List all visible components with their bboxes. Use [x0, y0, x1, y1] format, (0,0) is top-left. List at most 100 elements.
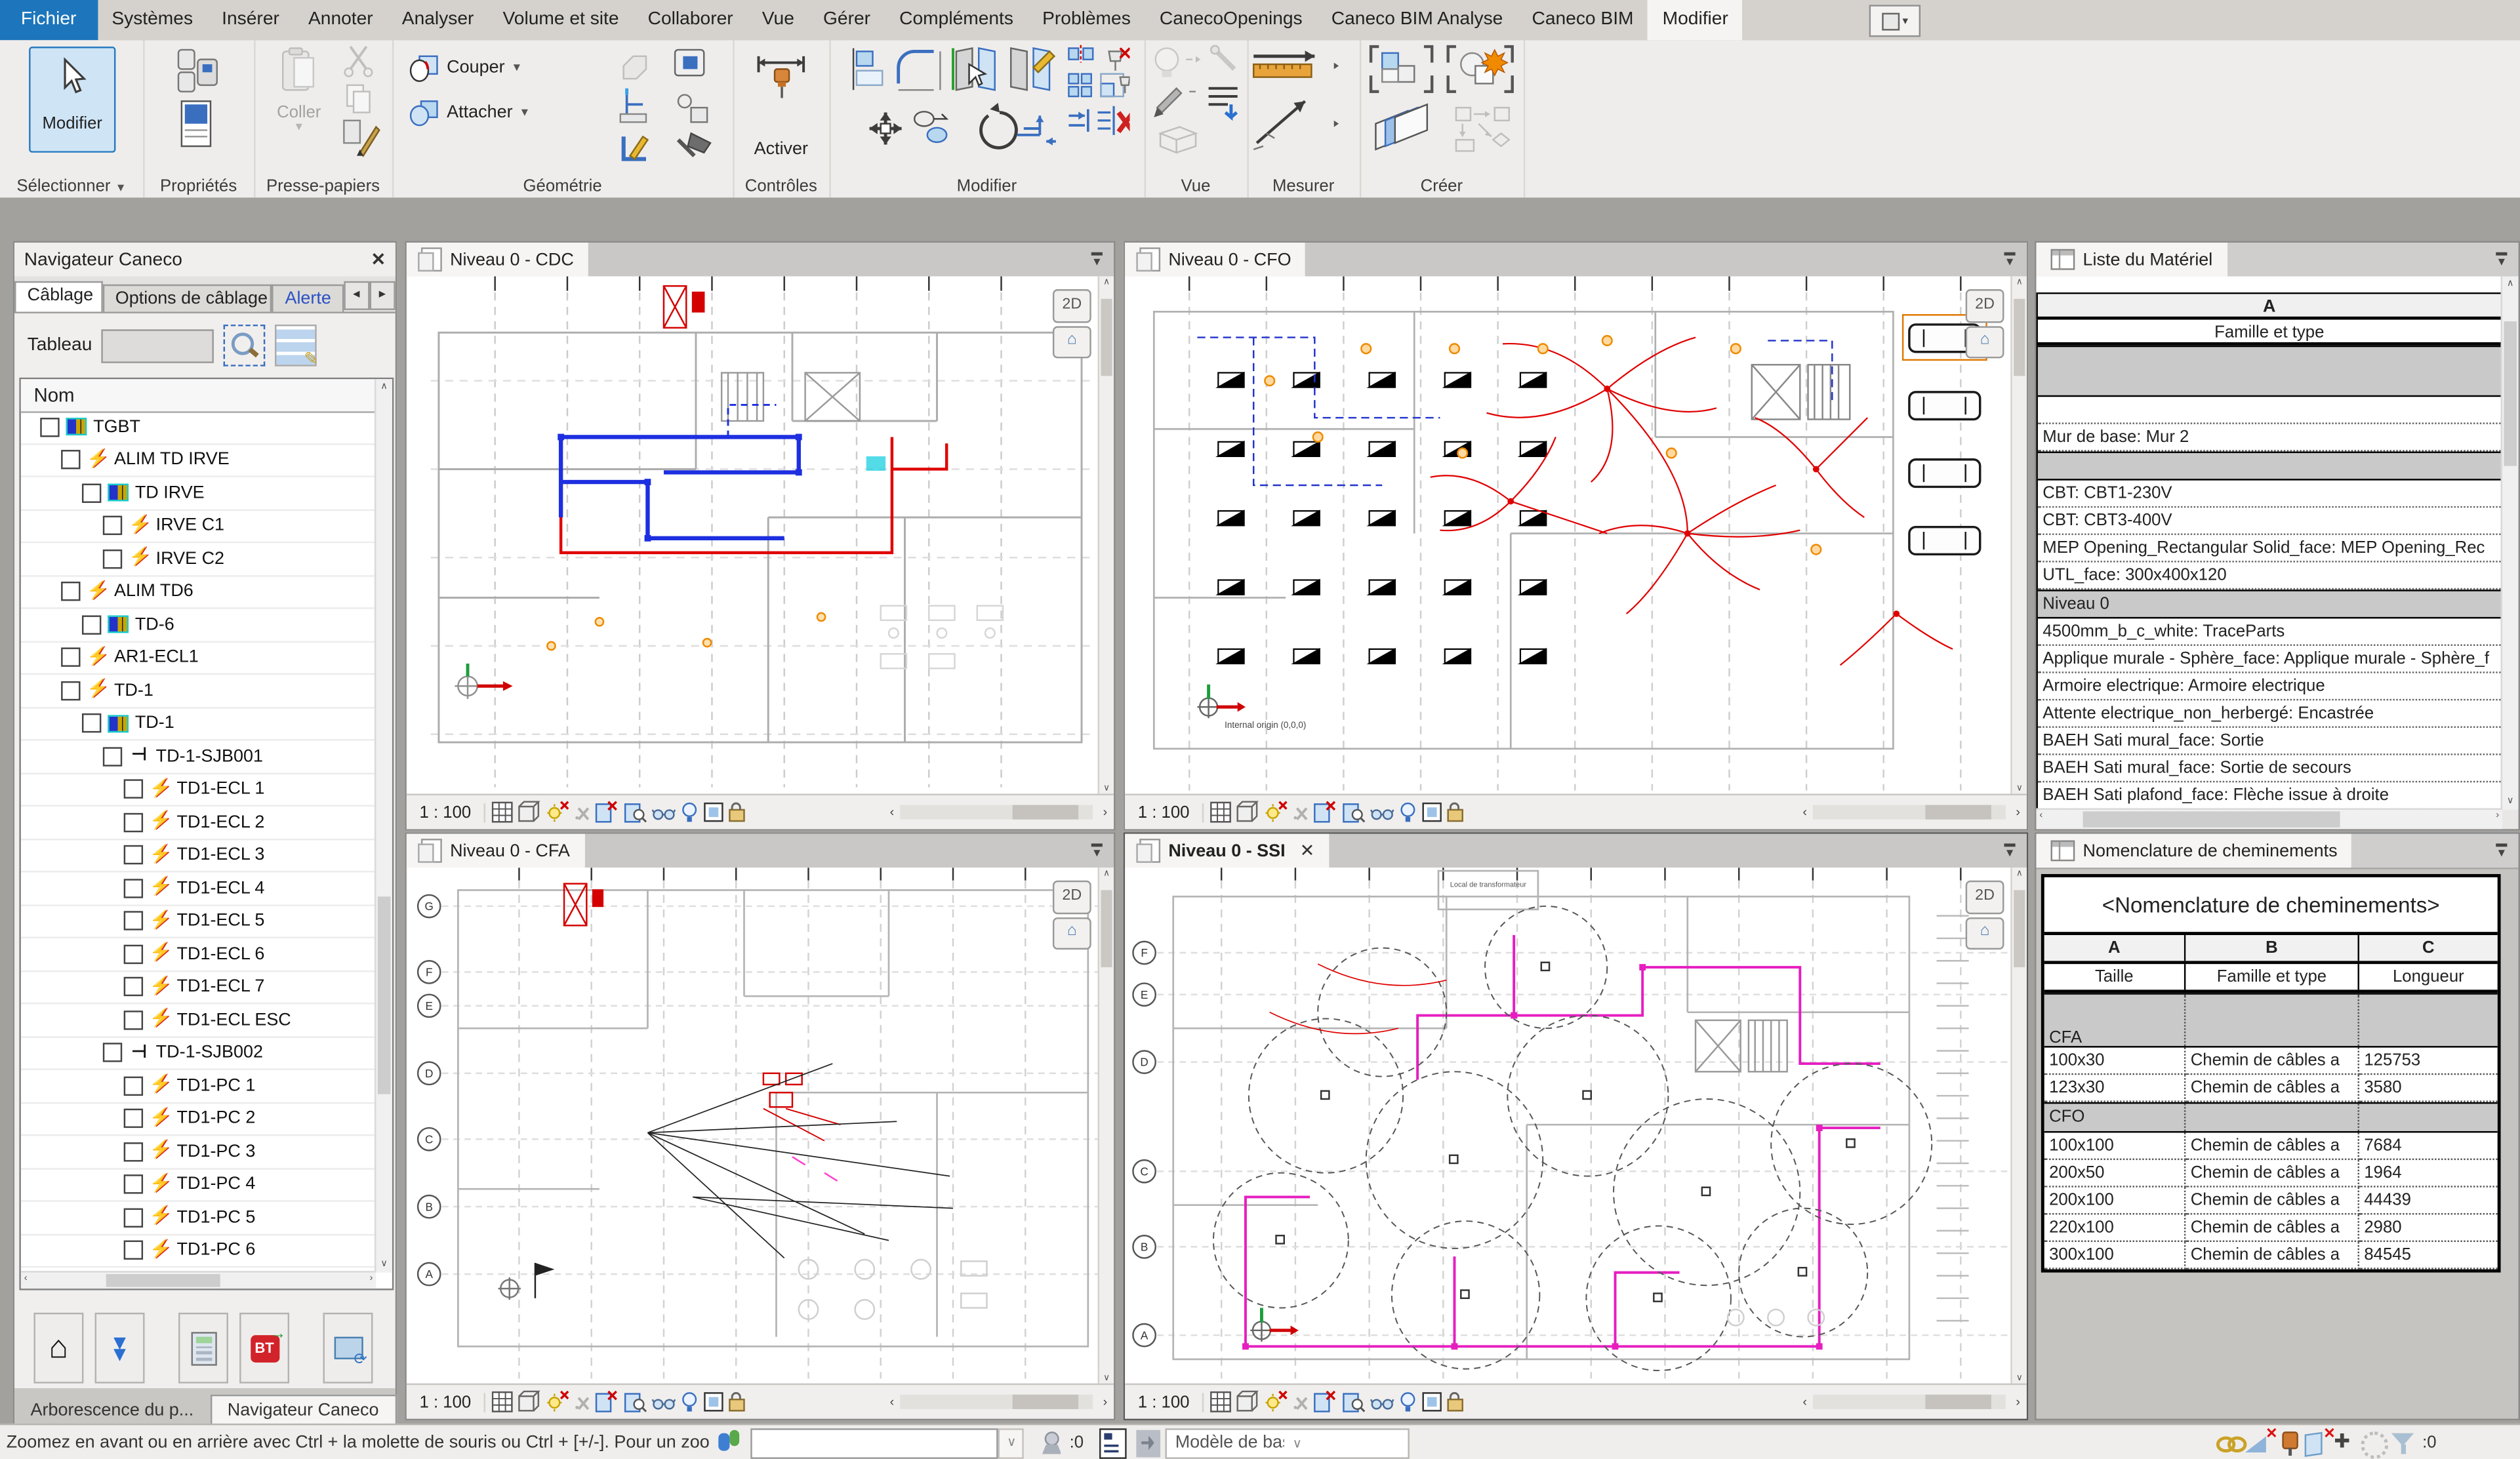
dropdown-chevron-icon[interactable]: ∨ [999, 1428, 1025, 1458]
cdc-plan-canvas[interactable]: 2D ⌂ [407, 276, 1114, 795]
menu-item-g-rer[interactable]: Gérer [809, 0, 885, 40]
tab-cablage[interactable]: Câblage [14, 281, 102, 312]
tab-options-cablage[interactable]: Options de câblage [102, 285, 272, 312]
material-blank-row[interactable] [2038, 397, 2501, 424]
material-horizontal-scrollbar[interactable]: ‹ › [2036, 808, 2502, 829]
shadows-icon[interactable] [1294, 808, 1307, 819]
header-famille[interactable]: Famille et type [2185, 964, 2359, 989]
cut-to-clipboard-icon[interactable] [345, 47, 373, 76]
material-list-tab[interactable]: Liste du Matériel [2036, 243, 2227, 276]
material-row[interactable]: Applique murale - Sphère_face: Applique … [2038, 646, 2501, 673]
header-longueur[interactable]: Longueur [2359, 964, 2498, 989]
material-section-row[interactable] [2038, 452, 2501, 481]
scroll-left-icon[interactable]: ‹ [884, 1395, 901, 1409]
shortcut-keys-icon[interactable] [716, 1430, 745, 1456]
menu-item-caneco-bim-analyse[interactable]: Caneco BIM Analyse [1317, 0, 1518, 40]
checkbox[interactable] [61, 450, 80, 470]
create-parts-icon[interactable] [1375, 104, 1427, 150]
tree-item-td-1[interactable]: ⚡TD-1 [21, 675, 376, 708]
tree-item-td1-ecl-esc[interactable]: ⚡TD1-ECL ESC [21, 1004, 376, 1037]
checkbox[interactable] [82, 615, 101, 634]
fillet-icon[interactable] [899, 51, 941, 90]
scrollbar-thumb[interactable] [2504, 321, 2517, 466]
geometry-group-label[interactable]: Géométrie [392, 177, 733, 196]
apply-coping-icon[interactable] [624, 56, 646, 79]
menu-item-probl-mes[interactable]: Problèmes [1028, 0, 1145, 40]
checkbox[interactable] [124, 845, 143, 864]
shadows-icon[interactable] [575, 808, 588, 819]
reveal-constraints-icon[interactable] [1448, 1393, 1463, 1410]
filter-icon[interactable] [2390, 1430, 2419, 1456]
tab-scroll-left-icon[interactable]: ◄ [344, 281, 370, 310]
temporary-view-properties-icon[interactable] [1371, 810, 1393, 819]
tree-horizontal-scrollbar[interactable]: ‹ › [21, 1271, 376, 1289]
tree-item-td-6[interactable]: TD-6 [21, 609, 376, 642]
tree-item-alim-td-irve[interactable]: ⚡ALIM TD IRVE [21, 444, 376, 477]
scroll-left-icon[interactable]: ‹ [1797, 1395, 1814, 1409]
schedule-row[interactable]: 123x30Chemin de câbles a3580 [2044, 1075, 2498, 1102]
detail-level-icon[interactable] [519, 1391, 539, 1410]
scale-label[interactable]: 1 : 100 [1125, 1392, 1204, 1411]
scroll-left-icon[interactable]: ‹ [1797, 805, 1814, 820]
displacement-sets-icon[interactable] [705, 1393, 723, 1410]
exit-group-icon[interactable] [1137, 1429, 1161, 1457]
tree-item-irve-c1[interactable]: ⚡IRVE C1 [21, 510, 376, 543]
clipboard-group-label[interactable]: Presse-papiers [254, 177, 392, 196]
visual-style-icon[interactable] [493, 803, 512, 822]
home-view-icon[interactable]: ⌂ [1053, 326, 1091, 358]
checkbox[interactable] [124, 977, 143, 996]
tree-item-td1-ecl-3[interactable]: ⚡TD1-ECL 3 [21, 839, 376, 872]
scroll-up-icon[interactable]: ∧ [376, 379, 392, 395]
column-letter-a[interactable]: A [2044, 935, 2186, 961]
tree-item-td-irve[interactable]: TD IRVE [21, 477, 376, 510]
displacement-sets-icon[interactable] [1423, 803, 1441, 821]
tree-item-td1-ecl-6[interactable]: ⚡TD1-ECL 6 [21, 938, 376, 971]
checkbox[interactable] [103, 549, 122, 568]
material-row[interactable]: BAEH Sati mural_face: Sortie [2038, 728, 2501, 755]
expand-all-button[interactable]: ▼▼ [95, 1313, 145, 1384]
material-row[interactable]: 4500mm_b_c_white: TraceParts [2038, 618, 2501, 646]
unjoin-geometry-icon[interactable] [678, 95, 707, 123]
checkbox[interactable] [124, 1241, 143, 1260]
tree-item-td1-ecl-5[interactable]: ⚡TD1-ECL 5 [21, 906, 376, 938]
paintbrush-icon[interactable] [1154, 89, 1196, 117]
scrollbar-thumb[interactable] [106, 1274, 220, 1287]
checkbox[interactable] [124, 1076, 143, 1095]
checkbox[interactable] [124, 1208, 143, 1227]
detail-level-icon[interactable] [1238, 1391, 1257, 1410]
checkbox[interactable] [124, 911, 143, 930]
select-pinned-icon[interactable] [2275, 1430, 2304, 1456]
mirror-icon[interactable] [1068, 45, 1093, 63]
material-row[interactable]: BAEH Sati mural_face: Sortie de secours [2038, 755, 2501, 783]
cut-geometry-button[interactable]: Couper▼ [408, 53, 522, 82]
measure-dropdown-caret[interactable] [1334, 63, 1339, 70]
reveal-hidden-elements-icon[interactable] [683, 1393, 697, 1411]
checkbox[interactable] [124, 812, 143, 831]
sun-path-icon[interactable] [1266, 1391, 1287, 1412]
viewport-tab-ssi[interactable]: Niveau 0 - SSI✕ [1125, 834, 1329, 868]
tab-alerte[interactable]: Alerte [272, 285, 344, 312]
linework-icon[interactable] [1209, 89, 1238, 117]
sun-path-icon[interactable] [548, 802, 569, 822]
material-row[interactable]: Attente electrique_non_herbergé: Encastr… [2038, 700, 2501, 728]
visual-style-icon[interactable] [1211, 1392, 1230, 1411]
scale-label[interactable]: 1 : 100 [407, 803, 485, 822]
tree-item-td1-ecl-4[interactable]: ⚡TD1-ECL 4 [21, 872, 376, 905]
navigation-2d-badge[interactable]: 2D [1966, 289, 2004, 323]
checkbox[interactable] [82, 483, 101, 502]
schedule-row[interactable]: 200x50Chemin de câbles a1964 [2044, 1160, 2498, 1188]
workset-panel-icon[interactable] [1100, 1428, 1128, 1458]
panel-menu-icon[interactable]: ▼ [1091, 251, 1103, 268]
schedule-section-cfo[interactable]: CFO [2044, 1102, 2498, 1133]
array-icon[interactable] [1068, 74, 1091, 96]
viewport-vertical-scrollbar[interactable]: ∧∨ [1098, 276, 1114, 795]
join-geometry-button[interactable]: Attacher▼ [408, 98, 530, 127]
measure-along-element-icon[interactable] [1253, 101, 1305, 150]
material-vertical-scrollbar[interactable]: ∧ ∨ [2501, 276, 2519, 809]
scroll-down-icon[interactable]: ∨ [376, 1256, 392, 1273]
detail-level-icon[interactable] [519, 802, 539, 821]
cfo-plan-canvas[interactable]: Internal origin (0,0,0) 2D ⌂ [1125, 276, 2027, 795]
trim-extend-icon[interactable] [1068, 110, 1087, 132]
ssi-plan-canvas[interactable]: FEDCBA Local de transformateur [1125, 868, 2027, 1385]
schedule-section-cfa[interactable]: CFA [2044, 993, 2498, 1047]
